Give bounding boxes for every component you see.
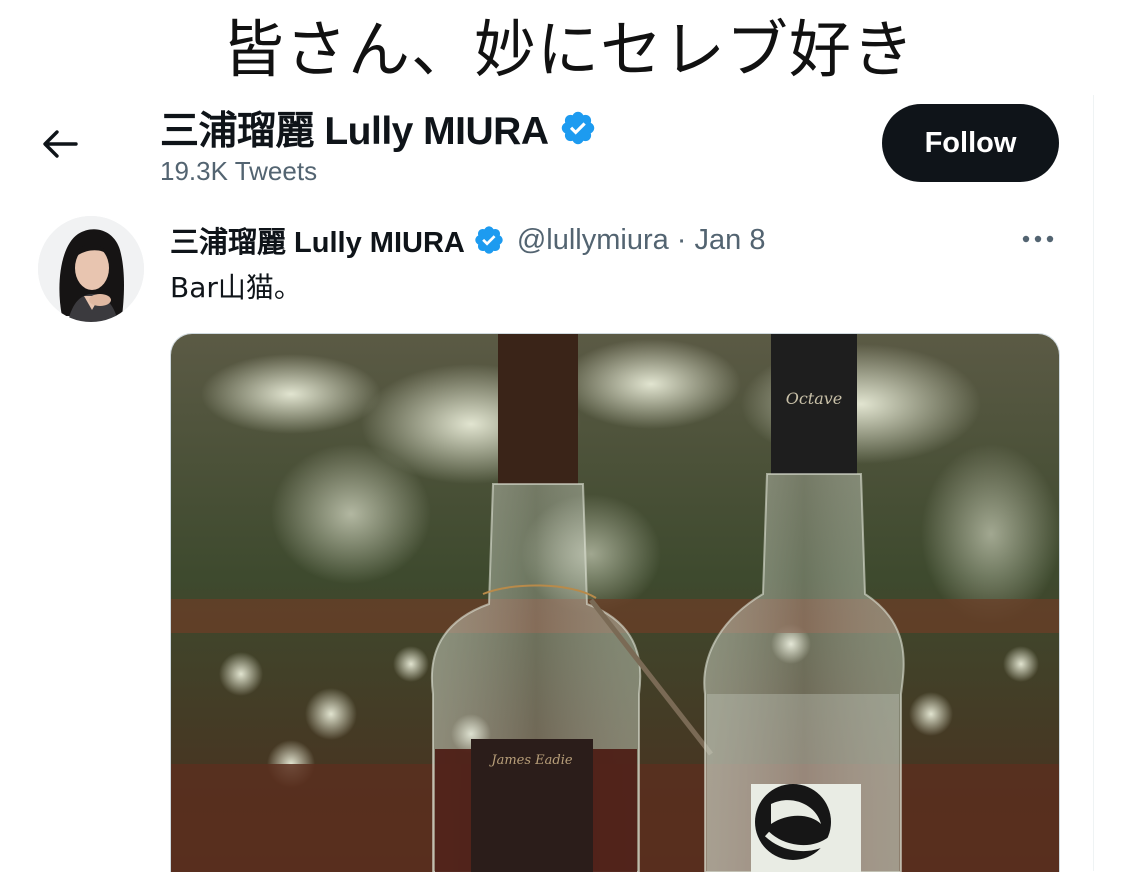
tweet-media-photo[interactable]: James Eadie Octave: [170, 333, 1060, 872]
tweet-text: Bar山猫。: [170, 271, 302, 304]
tweet-handle-date[interactable]: @lullymiura · Jan 8: [517, 224, 766, 257]
overlay-caption: 皆さん、妙にセレブ好き: [221, 13, 915, 86]
more-button[interactable]: [1016, 222, 1060, 256]
verified-badge-icon: [475, 226, 503, 254]
tweet-header: 三浦瑠麗 Lully MIURA @lullymiura · Jan 8: [170, 218, 765, 262]
avatar[interactable]: [38, 216, 144, 322]
tweet-count: 19.3K Tweets: [160, 156, 318, 186]
back-button[interactable]: [34, 122, 86, 166]
bottles-photo: James Eadie Octave: [171, 334, 1059, 872]
follow-button[interactable]: Follow: [882, 104, 1059, 182]
profile-header-title: 三浦瑠麗 Lully MIURA: [160, 102, 597, 154]
column-divider: [1093, 95, 1094, 871]
svg-text:Octave: Octave: [786, 389, 843, 408]
profile-name: 三浦瑠麗 Lully MIURA: [160, 110, 549, 153]
tweet-author-name[interactable]: 三浦瑠麗 Lully MIURA: [170, 219, 465, 261]
svg-text:James Eadie: James Eadie: [488, 753, 573, 768]
verified-badge-icon: [561, 111, 594, 145]
more-icon: [1022, 235, 1054, 243]
back-arrow-icon: [43, 130, 78, 158]
avatar-portrait: [38, 216, 144, 322]
